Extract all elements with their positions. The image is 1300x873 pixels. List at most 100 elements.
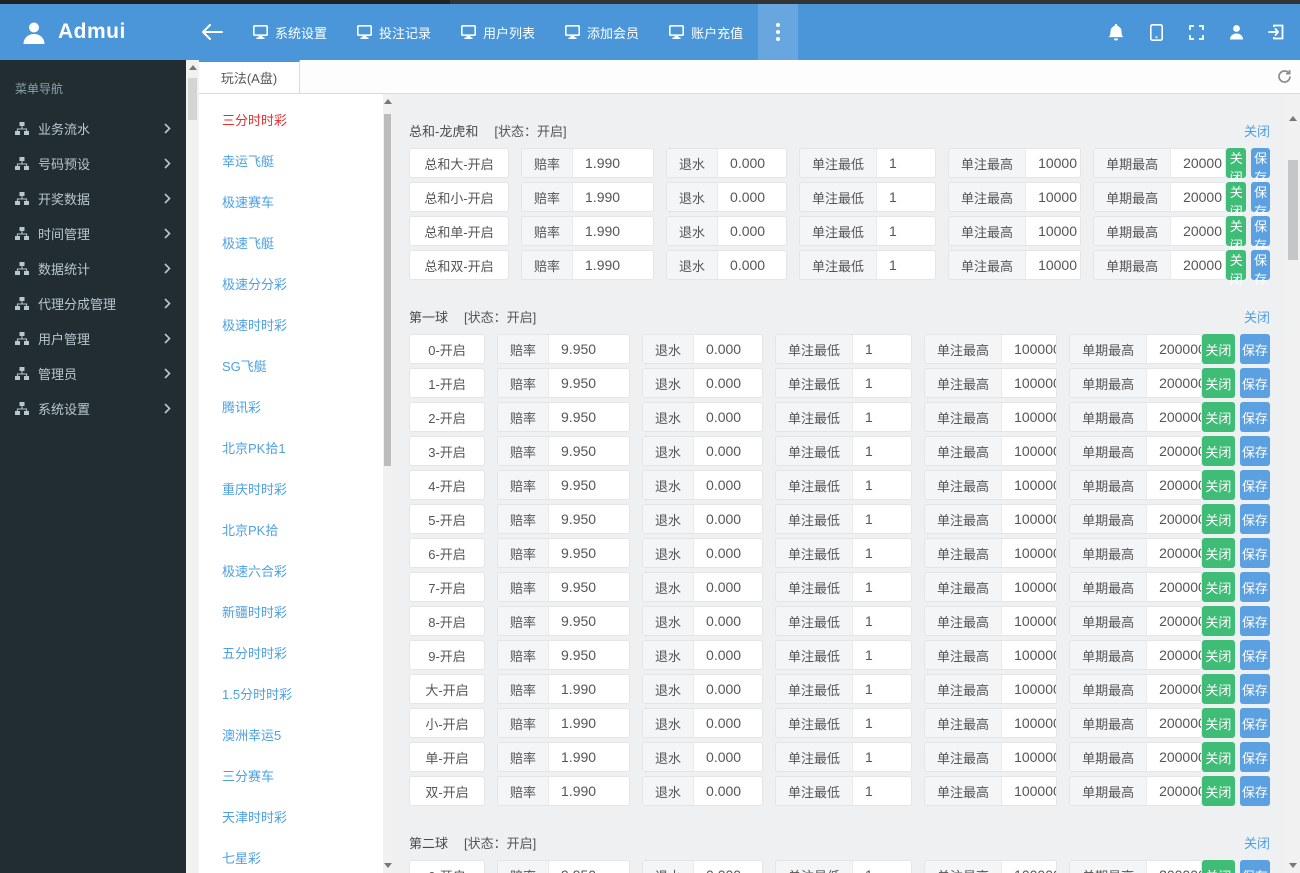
main-scroll-thumb[interactable] <box>1288 160 1298 260</box>
period-max-input[interactable] <box>1147 573 1202 601</box>
min-bet-input[interactable] <box>853 743 912 771</box>
rebate-input[interactable] <box>694 471 763 499</box>
max-bet-input[interactable] <box>1002 861 1057 873</box>
header-nav-item[interactable]: 用户列表 <box>446 4 550 60</box>
rebate-input[interactable] <box>718 217 787 245</box>
rebate-input[interactable] <box>694 861 763 873</box>
header-nav-item[interactable]: 账户充值 <box>654 4 758 60</box>
odds-input[interactable] <box>549 675 630 703</box>
close-button[interactable]: 关闭 <box>1202 708 1235 738</box>
section-close-link[interactable]: 关闭 <box>1244 307 1270 326</box>
section-close-link[interactable]: 关闭 <box>1244 833 1270 852</box>
game-list-item[interactable]: 幸运飞艇 <box>199 141 383 182</box>
period-max-input[interactable] <box>1147 539 1202 567</box>
game-list-item[interactable]: 重庆时时彩 <box>199 469 383 510</box>
odds-input[interactable] <box>549 861 630 873</box>
save-button[interactable]: 保存 <box>1239 606 1270 636</box>
max-bet-input[interactable] <box>1002 369 1057 397</box>
bet-item-toggle-button[interactable]: 5-开启 <box>409 504 485 534</box>
period-max-input[interactable] <box>1171 183 1226 211</box>
close-button[interactable]: 关闭 <box>1202 402 1235 432</box>
period-max-input[interactable] <box>1171 251 1226 279</box>
min-bet-input[interactable] <box>853 403 912 431</box>
min-bet-input[interactable] <box>853 675 912 703</box>
rebate-input[interactable] <box>694 777 763 805</box>
odds-input[interactable] <box>573 183 654 211</box>
sidebar-menu-item[interactable]: 用户管理 <box>0 321 186 356</box>
min-bet-input[interactable] <box>853 641 912 669</box>
min-bet-input[interactable] <box>853 607 912 635</box>
save-button[interactable]: 保存 <box>1239 776 1270 806</box>
close-button[interactable]: 关闭 <box>1226 216 1247 253</box>
rebate-input[interactable] <box>694 675 763 703</box>
odds-input[interactable] <box>549 641 630 669</box>
close-button[interactable]: 关闭 <box>1226 148 1247 185</box>
refresh-button[interactable] <box>1268 60 1300 93</box>
save-button[interactable]: 保存 <box>1239 708 1270 738</box>
game-list-item[interactable]: 澳洲幸运5 <box>199 715 383 756</box>
game-list-item[interactable]: 极速赛车 <box>199 182 383 223</box>
odds-input[interactable] <box>549 403 630 431</box>
period-max-input[interactable] <box>1147 369 1202 397</box>
bet-item-toggle-button[interactable]: 6-开启 <box>409 538 485 568</box>
period-max-input[interactable] <box>1147 675 1202 703</box>
close-button[interactable]: 关闭 <box>1202 504 1235 534</box>
rebate-input[interactable] <box>694 335 763 363</box>
min-bet-input[interactable] <box>877 217 936 245</box>
brand[interactable]: Admui <box>0 4 186 60</box>
bet-item-toggle-button[interactable]: 4-开启 <box>409 470 485 500</box>
more-button[interactable] <box>758 4 799 60</box>
close-button[interactable]: 关闭 <box>1202 860 1235 873</box>
logout-button[interactable] <box>1256 4 1296 60</box>
bet-item-toggle-button[interactable]: 总和单-开启 <box>409 216 509 246</box>
save-button[interactable]: 保存 <box>1239 860 1270 873</box>
max-bet-input[interactable] <box>1002 505 1057 533</box>
save-button[interactable]: 保存 <box>1239 402 1270 432</box>
min-bet-input[interactable] <box>853 471 912 499</box>
odds-input[interactable] <box>573 217 654 245</box>
period-max-input[interactable] <box>1147 471 1202 499</box>
period-max-input[interactable] <box>1147 335 1202 363</box>
bet-item-toggle-button[interactable]: 0-开启 <box>409 860 485 873</box>
min-bet-input[interactable] <box>853 369 912 397</box>
close-button[interactable]: 关闭 <box>1202 674 1235 704</box>
close-button[interactable]: 关闭 <box>1202 606 1235 636</box>
bet-item-toggle-button[interactable]: 1-开启 <box>409 368 485 398</box>
min-bet-input[interactable] <box>877 251 936 279</box>
rebate-input[interactable] <box>694 709 763 737</box>
game-list-item[interactable]: 极速分分彩 <box>199 264 383 305</box>
sidebar-scroll-thumb[interactable] <box>188 78 197 120</box>
min-bet-input[interactable] <box>877 149 936 177</box>
close-button[interactable]: 关闭 <box>1226 182 1247 219</box>
game-list-item[interactable]: 1.5分时时彩 <box>199 674 383 715</box>
odds-input[interactable] <box>549 437 630 465</box>
min-bet-input[interactable] <box>853 335 912 363</box>
rebate-input[interactable] <box>718 183 787 211</box>
save-button[interactable]: 保存 <box>1239 504 1270 534</box>
period-max-input[interactable] <box>1147 437 1202 465</box>
game-list-item[interactable]: 天津时时彩 <box>199 797 383 838</box>
rebate-input[interactable] <box>694 607 763 635</box>
odds-input[interactable] <box>549 777 630 805</box>
bet-item-toggle-button[interactable]: 2-开启 <box>409 402 485 432</box>
period-max-input[interactable] <box>1147 505 1202 533</box>
close-button[interactable]: 关闭 <box>1202 436 1235 466</box>
close-button[interactable]: 关闭 <box>1202 640 1235 670</box>
rebate-input[interactable] <box>694 539 763 567</box>
game-list-item[interactable]: 三分时时彩 <box>199 100 383 141</box>
save-button[interactable]: 保存 <box>1239 742 1270 772</box>
save-button[interactable]: 保存 <box>1251 250 1270 287</box>
save-button[interactable]: 保存 <box>1239 334 1270 364</box>
game-list-item[interactable]: 极速时时彩 <box>199 305 383 346</box>
rebate-input[interactable] <box>694 641 763 669</box>
max-bet-input[interactable] <box>1002 607 1057 635</box>
min-bet-input[interactable] <box>853 573 912 601</box>
max-bet-input[interactable] <box>1002 471 1057 499</box>
max-bet-input[interactable] <box>1002 709 1057 737</box>
bet-item-toggle-button[interactable]: 小-开启 <box>409 708 485 738</box>
bet-item-toggle-button[interactable]: 总和小-开启 <box>409 182 509 212</box>
max-bet-input[interactable] <box>1002 743 1057 771</box>
sidebar-menu-item[interactable]: 代理分成管理 <box>0 286 186 321</box>
bet-item-toggle-button[interactable]: 0-开启 <box>409 334 485 364</box>
game-list-item[interactable]: 极速飞艇 <box>199 223 383 264</box>
